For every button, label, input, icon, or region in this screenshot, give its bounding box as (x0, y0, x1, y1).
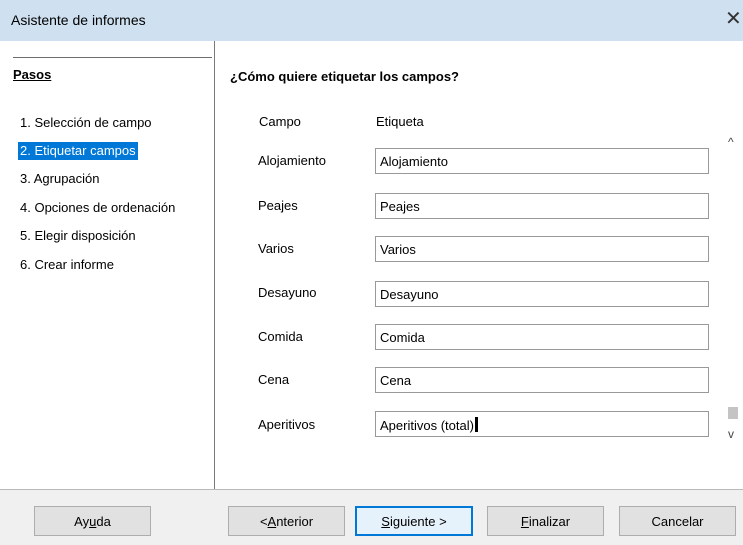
label-input-focused[interactable]: Aperitivos (total) (375, 411, 709, 437)
column-header-field: Campo (259, 114, 301, 129)
finish-button-label-rest: inalizar (528, 513, 571, 529)
field-name: Cena (258, 372, 290, 387)
button-bar: Ay u da < Anterior Siguiente > Finalizar C… (0, 489, 743, 545)
label-input[interactable]: Varios (375, 236, 709, 262)
steps-sidebar: Pasos 1. Selección de campo 2. Etiquetar… (0, 41, 215, 489)
help-button-label-rest: da (96, 513, 111, 529)
step-create-report[interactable]: 6. Crear informe (18, 256, 116, 274)
label-input[interactable]: Comida (375, 324, 709, 350)
page-question: ¿Cómo quiere etiquetar los campos? (230, 69, 459, 84)
next-button-label-rest: iguiente > (389, 513, 447, 529)
back-button-mnemonic: A (267, 513, 277, 529)
text-cursor (474, 417, 478, 432)
chevron-up-icon[interactable]: ^ (728, 135, 734, 149)
step-label-fields[interactable]: 2. Etiquetar campos (18, 142, 138, 160)
step-choose-layout[interactable]: 5. Elegir disposición (18, 227, 138, 245)
vertical-scrollbar[interactable]: ^ v (724, 135, 741, 447)
cancel-button-label: Cancelar (651, 513, 704, 529)
back-button[interactable]: < Anterior (228, 506, 345, 536)
close-icon[interactable]: ✕ (725, 6, 743, 31)
chevron-down-icon[interactable]: v (728, 427, 734, 441)
help-button[interactable]: Ay u da (34, 506, 151, 536)
field-name: Desayuno (258, 285, 317, 300)
field-name: Peajes (258, 198, 298, 213)
back-button-label-rest: nterior (276, 513, 314, 529)
title-bar: Asistente de informes ✕ (0, 0, 743, 41)
step-select-field[interactable]: 1. Selección de campo (18, 114, 154, 132)
scrollbar-thumb[interactable] (728, 407, 738, 419)
help-button-mnemonic: u (89, 513, 97, 529)
next-button[interactable]: Siguiente > (355, 506, 473, 536)
step-sort-options[interactable]: 4. Opciones de ordenación (18, 199, 177, 217)
label-input[interactable]: Peajes (375, 193, 709, 219)
field-name: Comida (258, 329, 303, 344)
finish-button-mnemonic: F (520, 513, 529, 529)
main-panel: ¿Cómo quiere etiquetar los campos? Campo… (216, 41, 743, 489)
step-grouping[interactable]: 3. Agrupación (18, 170, 102, 188)
field-name: Varios (258, 241, 294, 256)
label-input[interactable]: Alojamiento (375, 148, 709, 174)
finish-button[interactable]: Finalizar (487, 506, 604, 536)
cancel-button[interactable]: Cancelar (619, 506, 736, 536)
label-input[interactable]: Desayuno (375, 281, 709, 307)
help-button-label: Ay (74, 513, 90, 529)
steps-header: Pasos (13, 57, 212, 82)
next-button-mnemonic: S (381, 513, 390, 529)
back-button-label: < (259, 513, 268, 529)
field-name: Aperitivos (258, 417, 316, 432)
label-input-value: Aperitivos (total) (380, 418, 474, 433)
label-input[interactable]: Cena (375, 367, 709, 393)
field-name: Alojamiento (258, 153, 326, 168)
column-header-label: Etiqueta (376, 114, 424, 129)
window-title: Asistente de informes (11, 12, 146, 28)
